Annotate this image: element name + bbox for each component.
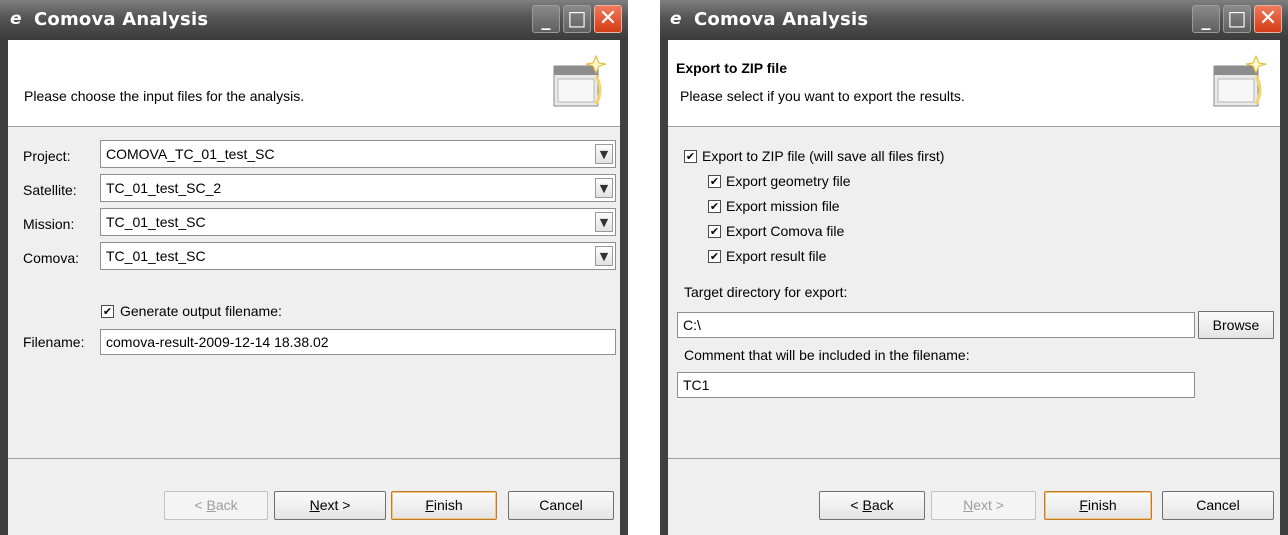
finish-button-mnemonic: F [425,497,434,513]
export-comova-checkbox[interactable]: ✔ [708,225,721,238]
export-comova-label: Export Comova file [726,223,845,239]
comova-combo[interactable]: TC_01_test_SC ▼ [100,242,616,270]
comova-label: Comova: [23,250,80,266]
finish-button-rest: inish [433,497,463,513]
mission-combo[interactable]: TC_01_test_SC ▼ [100,208,616,236]
finish-button[interactable]: Finish [391,491,497,520]
next-button-rest: ext > [973,497,1004,513]
target-directory-input[interactable]: C:\ [677,312,1195,338]
generate-filename-checkbox[interactable]: ✔ [101,305,114,318]
back-button-rest: ack [871,497,894,513]
maximize-button[interactable]: □ [563,5,591,33]
chevron-down-icon[interactable]: ▼ [595,144,613,164]
back-button[interactable]: < Back [819,491,925,520]
maximize-icon: □ [567,6,587,30]
satellite-combo[interactable]: TC_01_test_SC_2 ▼ [100,174,616,202]
finish-button-mnemonic: F [1079,497,1088,513]
wizard-header: Export to ZIP file Please select if you … [668,40,1280,127]
title-bar[interactable]: e Comova Analysis _ □ ✕ [660,0,1288,40]
filename-input[interactable]: comova-result-2009-12-14 18.38.02 [100,329,616,355]
satellite-value: TC_01_test_SC_2 [106,180,222,196]
cancel-button[interactable]: Cancel [1162,491,1274,520]
wizard-client-area: Please choose the input files for the an… [8,40,620,535]
target-directory-label: Target directory for export: [684,284,848,300]
export-result-checkbox[interactable]: ✔ [708,250,721,263]
next-button-mnemonic: N [309,497,320,513]
wizard-header: Please choose the input files for the an… [8,40,620,127]
next-button[interactable]: Next > [274,491,386,520]
app-icon: e [10,9,22,29]
next-button-mnemonic: N [963,497,974,513]
close-icon: ✕ [598,6,618,31]
minimize-button[interactable]: _ [1192,5,1220,33]
close-icon: ✕ [1258,6,1278,31]
maximize-button[interactable]: □ [1223,5,1251,33]
comment-input[interactable]: TC1 [677,372,1195,398]
comment-label: Comment that will be included in the fil… [684,347,970,363]
next-button-rest: ext > [319,497,351,513]
back-button-prefix: < [194,497,207,513]
wizard-client-area: Export to ZIP file Please select if you … [668,40,1280,535]
button-bar-separator [668,458,1280,459]
export-zip-label: Export to ZIP file (will save all files … [702,148,945,164]
project-combo[interactable]: COMOVA_TC_01_test_SC ▼ [100,140,616,168]
back-button-mnemonic: B [206,497,216,513]
maximize-icon: □ [1227,6,1247,30]
generate-filename-label: Generate output filename: [120,303,282,319]
export-geometry-label: Export geometry file [726,173,851,189]
window-title: Comova Analysis [34,9,209,30]
project-value: COMOVA_TC_01_test_SC [106,146,275,162]
comova-value: TC_01_test_SC [106,248,206,264]
export-mission-label: Export mission file [726,198,840,214]
wizard-window-export-zip: e Comova Analysis _ □ ✕ Export to ZIP fi… [660,0,1288,535]
header-title: Export to ZIP file [676,60,787,76]
mission-value: TC_01_test_SC [106,214,206,230]
next-button[interactable]: Next > [931,491,1036,520]
minimize-icon: _ [541,10,551,31]
export-mission-checkbox[interactable]: ✔ [708,200,721,213]
mission-label: Mission: [23,216,75,232]
finish-button-rest: inish [1087,497,1117,513]
filename-label: Filename: [23,334,85,350]
close-button[interactable]: ✕ [594,5,622,33]
minimize-button[interactable]: _ [532,5,560,33]
chevron-down-icon[interactable]: ▼ [595,246,613,266]
browse-button[interactable]: Browse [1198,311,1274,339]
export-zip-checkbox[interactable]: ✔ [684,150,697,163]
header-description: Please select if you want to export the … [680,88,965,104]
title-bar[interactable]: e Comova Analysis _ □ ✕ [0,0,628,40]
cancel-button[interactable]: Cancel [508,491,614,520]
finish-button[interactable]: Finish [1044,491,1152,520]
wizard-window-input-files: e Comova Analysis _ □ ✕ Please choose th… [0,0,628,535]
back-button[interactable]: < Back [164,491,268,520]
chevron-down-icon[interactable]: ▼ [595,212,613,232]
header-description: Please choose the input files for the an… [24,88,305,104]
minimize-icon: _ [1201,10,1211,31]
window-title: Comova Analysis [694,9,869,30]
button-bar-separator [8,458,620,459]
wizard-banner-icon [1213,54,1267,107]
satellite-label: Satellite: [23,182,77,198]
chevron-down-icon[interactable]: ▼ [595,178,613,198]
back-button-rest: ack [215,497,238,513]
project-label: Project: [23,148,71,164]
back-button-prefix: < [850,497,863,513]
app-icon: e [670,9,682,29]
close-button[interactable]: ✕ [1254,5,1282,33]
export-result-label: Export result file [726,248,827,264]
export-geometry-checkbox[interactable]: ✔ [708,175,721,188]
wizard-banner-icon [553,54,607,107]
back-button-mnemonic: B [862,497,872,513]
